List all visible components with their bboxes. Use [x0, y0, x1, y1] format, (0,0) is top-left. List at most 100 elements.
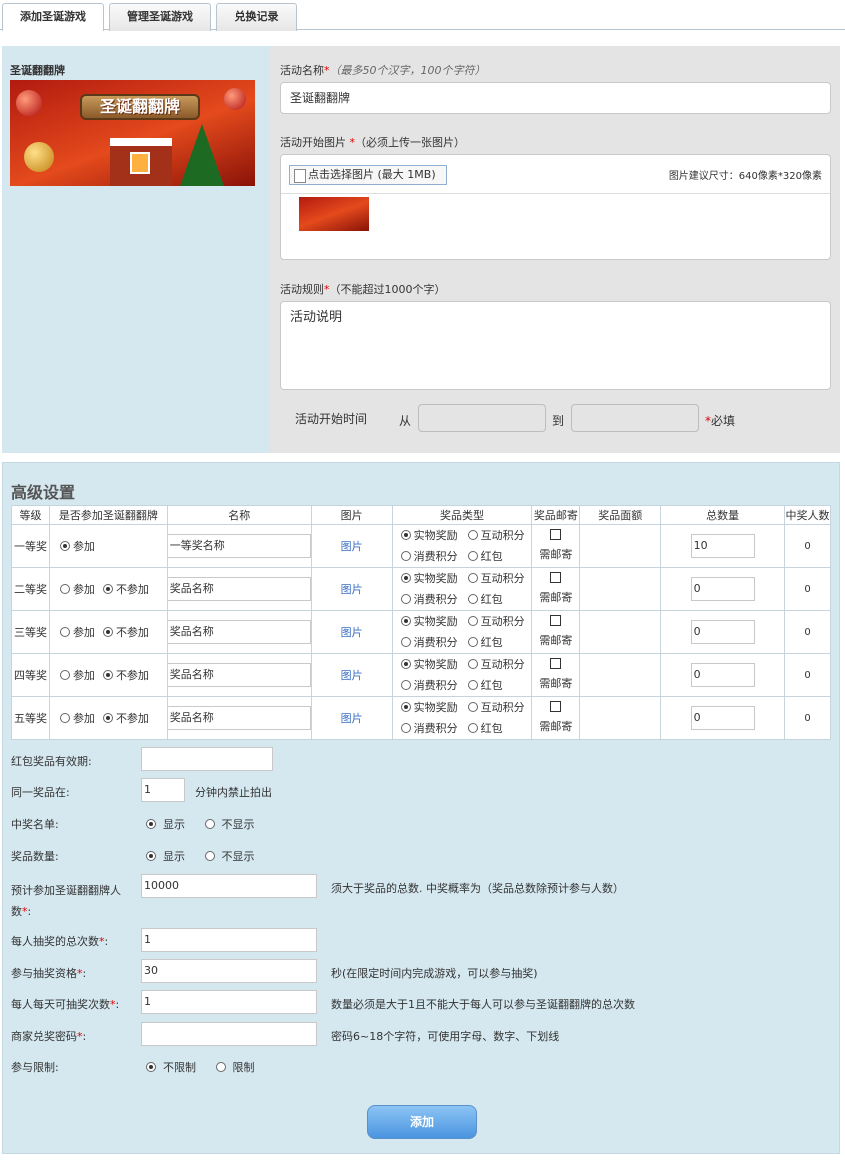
show-label: 显示	[163, 818, 185, 831]
prize-count-input[interactable]: 0	[690, 620, 755, 644]
rules-textarea[interactable]: 活动说明	[280, 301, 831, 390]
type-redpacket-radio[interactable]	[467, 594, 478, 604]
image-upload-box: 点击选择图片 (最大 1MB) 图片建议尺寸：640像素*320像素	[280, 154, 831, 260]
prize-name-input[interactable]: 奖品名称	[166, 663, 311, 687]
qualify-hint: 秒(在限定时间内完成游戏，可以参与抽奖)	[331, 967, 538, 980]
prize-count-input[interactable]: 0	[690, 706, 755, 730]
count-cell: 0	[660, 696, 786, 740]
mail-checkbox[interactable]	[550, 529, 562, 540]
type-label: 红包	[480, 679, 503, 692]
prize-count-input[interactable]: 10	[690, 534, 755, 558]
not-join-radio[interactable]	[102, 713, 113, 723]
prize-count-input[interactable]: 0	[690, 663, 755, 687]
face-value-cell	[579, 696, 662, 740]
not-join-radio[interactable]	[102, 627, 113, 637]
password-input[interactable]	[141, 1022, 317, 1046]
qualify-label: 参与抽奖资格*:	[11, 967, 87, 980]
type-label: 消费积分	[413, 722, 458, 735]
activity-name-input[interactable]: 圣诞翻翻牌	[280, 82, 831, 114]
type-redpacket-radio[interactable]	[467, 551, 478, 561]
type-physical-radio[interactable]	[400, 702, 411, 712]
type-physical-radio[interactable]	[400, 530, 411, 540]
end-time-input[interactable]	[571, 404, 699, 432]
mail-checkbox[interactable]	[550, 658, 562, 669]
daily-input[interactable]: 1	[141, 990, 317, 1014]
prize-image-link[interactable]: 图片	[341, 712, 363, 725]
prize-count-input[interactable]: 0	[690, 577, 755, 601]
not-join-radio[interactable]	[102, 584, 113, 594]
prize-count-hide-radio[interactable]	[204, 851, 215, 861]
expected-participants-input[interactable]: 10000	[141, 874, 317, 898]
type-physical-radio[interactable]	[400, 573, 411, 583]
hide-label: 不显示	[221, 818, 255, 831]
start-time-input[interactable]	[418, 404, 546, 432]
prize-image-link[interactable]: 图片	[341, 669, 363, 682]
type-consume-radio[interactable]	[400, 551, 411, 561]
prize-image-link[interactable]: 图片	[341, 583, 363, 596]
choose-image-button[interactable]: 点击选择图片 (最大 1MB)	[289, 165, 447, 185]
prize-count-show-radio[interactable]	[146, 851, 156, 861]
face-value-cell	[579, 653, 662, 697]
join-radio[interactable]	[59, 713, 70, 723]
winners-cell: 0	[784, 653, 831, 697]
type-label: 消费积分	[413, 593, 458, 606]
same-prize-input[interactable]: 1	[141, 778, 185, 802]
mail-checkbox[interactable]	[550, 615, 562, 626]
type-points-radio[interactable]	[467, 573, 478, 583]
limit-radio[interactable]	[215, 1062, 226, 1072]
add-button[interactable]: 添加	[367, 1105, 477, 1139]
prize-name-input[interactable]: 一等奖名称	[166, 534, 311, 558]
prize-name-input[interactable]: 奖品名称	[166, 620, 311, 644]
type-physical-radio[interactable]	[400, 659, 411, 669]
tab-manage-games[interactable]: 管理圣诞游戏	[109, 3, 211, 31]
mail-label: 需邮寄	[539, 634, 573, 647]
name-cell: 奖品名称	[166, 696, 312, 740]
redpacket-validity-input[interactable]	[141, 747, 273, 771]
tab-redeem-records[interactable]: 兑换记录	[216, 3, 297, 31]
image-cell: 图片	[310, 696, 393, 740]
no-limit-radio[interactable]	[146, 1062, 156, 1072]
draws-input[interactable]: 1	[141, 928, 317, 952]
prize-name-input[interactable]: 奖品名称	[166, 706, 311, 730]
not-join-radio[interactable]	[102, 670, 113, 680]
winner-list-show-radio[interactable]	[146, 819, 156, 829]
mail-label: 需邮寄	[539, 591, 573, 604]
to-label: 到	[552, 414, 565, 428]
christmas-tree-shape	[180, 124, 224, 186]
type-consume-radio[interactable]	[400, 637, 411, 647]
join-radio[interactable]	[59, 627, 70, 637]
tab-add-game[interactable]: 添加圣诞游戏	[2, 3, 104, 31]
type-points-radio[interactable]	[467, 530, 478, 540]
prize-image-link[interactable]: 图片	[341, 626, 363, 639]
mail-checkbox[interactable]	[550, 572, 562, 583]
mail-checkbox[interactable]	[550, 701, 562, 712]
count-cell: 0	[660, 610, 786, 654]
type-points-radio[interactable]	[467, 659, 478, 669]
mail-label: 需邮寄	[539, 677, 573, 690]
no-limit-label: 不限制	[163, 1061, 196, 1074]
name-cell: 一等奖名称	[166, 524, 312, 568]
image-cell: 图片	[310, 610, 393, 654]
winner-list-options: 显示 不显示	[146, 816, 255, 832]
image-cell: 图片	[310, 567, 393, 611]
type-redpacket-radio[interactable]	[467, 680, 478, 690]
type-consume-radio[interactable]	[400, 594, 411, 604]
type-redpacket-radio[interactable]	[467, 637, 478, 647]
type-consume-radio[interactable]	[400, 723, 411, 733]
col-header: 是否参加圣诞翻翻牌	[48, 505, 168, 525]
join-radio[interactable]	[59, 584, 70, 594]
join-radio[interactable]	[59, 670, 70, 680]
prize-rows: 一等奖 参加 一等奖名称 图片 实物奖励 互动积分 消费积分 红包 需邮寄 10 0 二等奖 参加 不参加…	[11, 524, 831, 740]
type-points-radio[interactable]	[467, 616, 478, 626]
type-physical-radio[interactable]	[400, 616, 411, 626]
prize-name-input[interactable]: 奖品名称	[166, 577, 311, 601]
qualify-input[interactable]: 30	[141, 959, 317, 983]
type-points-radio[interactable]	[467, 702, 478, 712]
show-label: 显示	[163, 850, 185, 863]
type-consume-radio[interactable]	[400, 680, 411, 690]
type-redpacket-radio[interactable]	[467, 723, 478, 733]
winner-list-hide-radio[interactable]	[204, 819, 215, 829]
prize-image-link[interactable]: 图片	[341, 540, 363, 553]
advanced-settings-panel: 高级设置 等级 是否参加圣诞翻翻牌 名称 图片 奖品类型 奖品邮寄 奖品面额 总…	[2, 462, 840, 1154]
join-radio[interactable]	[59, 541, 70, 551]
